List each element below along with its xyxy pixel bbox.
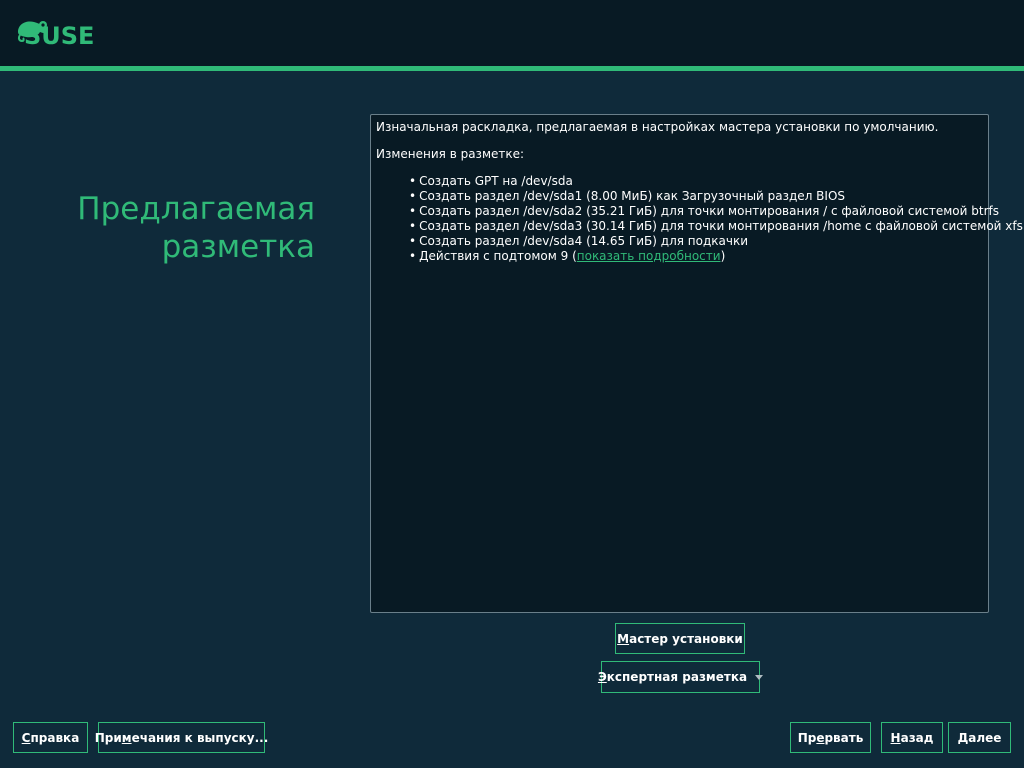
header-bar: SUSE [0, 0, 1024, 66]
back-button[interactable]: Назад [881, 722, 943, 753]
abort-button[interactable]: Пр е рвать [790, 722, 871, 753]
expert-partitioner-label: кспертная разметка [606, 670, 748, 684]
guided-setup-hotkey: М [617, 631, 630, 646]
proposal-summary-box[interactable]: Изначальная раскладка, предлагаемая в на… [370, 114, 1023, 613]
abort-label-start: Пр [797, 730, 817, 745]
logo-wordmark: SUSE [24, 22, 95, 50]
page-title-line1: Предлагаемая [77, 191, 315, 227]
release-notes-label: ечания к выпуску... [131, 730, 269, 745]
changes-heading: Изменения в разметке: [376, 147, 525, 161]
release-notes-button[interactable]: При м ечания к выпуску... [94, 722, 268, 753]
next-hotkey: Д [957, 730, 969, 745]
changes-list: Создать GPT на /dev/sda Создать раздел /… [376, 174, 1023, 264]
show-details-link[interactable]: показать подробности [577, 249, 721, 263]
release-notes-hotkey: м [121, 730, 132, 745]
header-accent-line [0, 66, 1024, 71]
subvolume-actions-suffix: ) [720, 249, 726, 263]
expert-partitioner-button[interactable]: Экспертная разметка [597, 661, 764, 693]
page-title-line2: разметка [161, 229, 315, 265]
change-item: Создать раздел /dev/sda3 (30.14 ГиБ) для… [409, 219, 1023, 234]
back-label: азад [900, 730, 934, 745]
release-notes-label-start: При [94, 730, 122, 745]
help-button[interactable]: Справка [13, 722, 88, 753]
change-item: Создать раздел /dev/sda1 (8.00 МиБ) как … [409, 189, 983, 204]
summary-intro: Изначальная раскладка, предлагаемая в на… [376, 120, 939, 134]
abort-label: рвать [824, 730, 864, 745]
expert-partitioner-hotkey: Э [597, 670, 607, 684]
change-item: Создать GPT на /dev/sda [409, 174, 983, 189]
next-label: алее [968, 730, 1002, 745]
help-label: правка [30, 730, 80, 745]
back-hotkey: Н [890, 730, 901, 745]
change-item-subvolumes: Действия с подтомом 9 (показать подробно… [409, 249, 983, 264]
dropdown-arrow-icon [755, 674, 764, 680]
change-item: Создать раздел /dev/sda4 (14.65 ГиБ) для… [409, 234, 983, 249]
abort-hotkey: е [816, 730, 825, 745]
subvolume-actions-text: Действия с подтомом 9 ( [419, 249, 577, 263]
page-title: Предлагаемая разметка [77, 190, 315, 266]
help-hotkey: С [21, 730, 31, 745]
guided-setup-label: астер установки [629, 631, 743, 646]
change-item: Создать раздел /dev/sda2 (35.21 ГиБ) для… [409, 204, 999, 219]
guided-setup-button[interactable]: Мастер установки [615, 623, 745, 654]
next-button[interactable]: Далее [948, 722, 1011, 753]
